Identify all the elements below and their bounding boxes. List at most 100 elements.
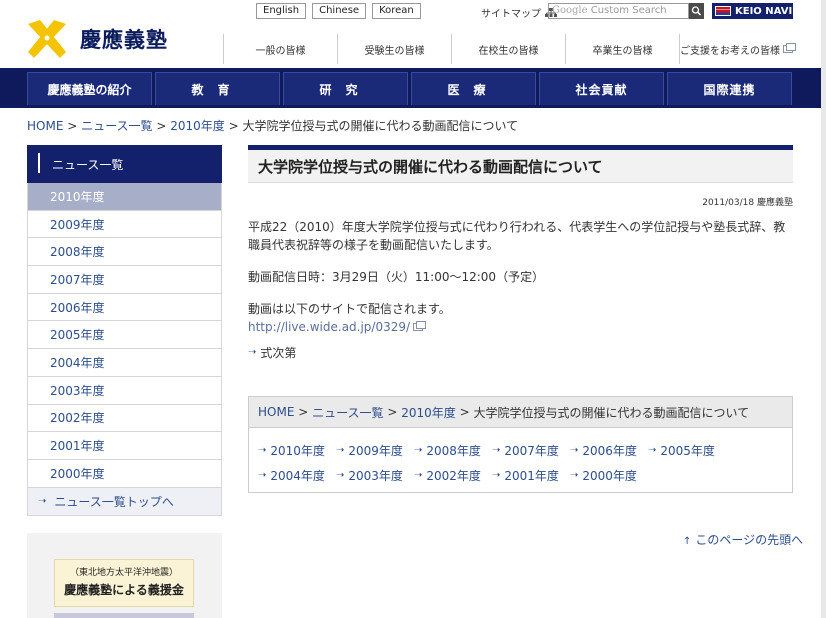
year-link-2009[interactable]: ➝ 2009年度 [336, 438, 414, 463]
arrow-right-icon: ➝ [336, 445, 345, 456]
gnav-tab-international[interactable]: 国際連携 [667, 72, 792, 105]
year-link-label: 2007年度 [504, 444, 559, 458]
arrow-right-icon: ➝ [414, 470, 423, 481]
year-link-2004[interactable]: ➝ 2004年度 [258, 463, 336, 488]
article-date: 2011/03/18 [702, 198, 755, 208]
breadcrumb-home[interactable]: HOME [27, 119, 63, 133]
arrow-right-icon: ➝ [648, 445, 657, 456]
donation-banner-area: （東北地方太平洋沖地震） 慶應義塾による義援金 [27, 533, 222, 618]
sidebar-news-top-link[interactable]: ➝ ニュース一覧トップへ [27, 487, 222, 516]
breadcrumb-news-list[interactable]: ニュース一覧 [81, 119, 152, 133]
gnav-tab-about[interactable]: 慶應義塾の紹介 [27, 72, 152, 105]
sidebar-item-2005[interactable]: 2005年度 [27, 321, 222, 350]
breadcrumb-year[interactable]: 2010年度 [170, 119, 225, 133]
bottom-breadcrumb-year[interactable]: 2010年度 [401, 404, 456, 421]
sitemap-label: サイトマップ [481, 9, 541, 20]
year-link-2001[interactable]: ➝ 2001年度 [492, 463, 570, 488]
sidebar-item-2007[interactable]: 2007年度 [27, 266, 222, 294]
year-link-label: 2009年度 [348, 444, 403, 458]
bottom-navigation-box: HOME > ニュース一覧 > 2010年度 > 大学院学位授与式の開催に代わる… [248, 396, 793, 493]
year-link-2003[interactable]: ➝ 2003年度 [336, 463, 414, 488]
keio-flag-icon [715, 6, 731, 16]
gnav-tab-education[interactable]: 教育 [155, 72, 280, 105]
year-link-label: 2008年度 [426, 444, 481, 458]
scrollbar[interactable] [821, 0, 826, 618]
article-paragraph-1: 平成22（2010）年度大学院学位授与式に代わり行われる、代表学生への学位記授与… [248, 220, 786, 252]
breadcrumb-separator: > [228, 119, 239, 133]
lang-english-button[interactable]: English [256, 3, 307, 19]
year-link-2008[interactable]: ➝ 2008年度 [414, 438, 492, 463]
year-links: ➝ 2010年度 ➝ 2009年度 ➝ 2008年度 ➝ 2007年度 ➝ 2006年度 … [249, 428, 769, 488]
search-placeholder: Custom Search [590, 5, 667, 16]
lang-korean-button[interactable]: Korean [372, 3, 421, 19]
gnav-tab-community[interactable]: 社会貢献 [539, 72, 664, 105]
year-link-2002[interactable]: ➝ 2002年度 [414, 463, 492, 488]
article-paragraph-3: 動画は以下のサイトで配信されます。 http://live.wide.ad.jp… [248, 300, 793, 336]
search-brand: Google [552, 5, 588, 16]
lang-chinese-button[interactable]: Chinese [312, 3, 367, 19]
breadcrumb-current: 大学院学位授与式の開催に代わる動画配信について [242, 119, 519, 133]
audience-alumni-link[interactable]: 卒業生の皆様 [565, 34, 679, 64]
search-input[interactable]: Google Custom Search [548, 3, 689, 19]
page-top-link[interactable]: ↑ このページの先頭へ [683, 531, 803, 548]
article-title: 大学院学位授与式の開催に代わる動画配信について [248, 145, 793, 183]
audience-nav: 一般の皆様 受験生の皆様 在校生の皆様 卒業生の皆様 ご支援をお考えの皆様 [223, 34, 796, 64]
keio-logo[interactable]: 慶應義塾 [26, 18, 168, 60]
keio-navi-button[interactable]: KEIO NAVI [712, 3, 793, 19]
donation-banner[interactable]: （東北地方太平洋沖地震） 慶應義塾による義援金 [54, 559, 194, 607]
audience-students-label: 在校生の皆様 [478, 45, 539, 57]
sidebar: ニュース一覧 2010年度 2009年度 2008年度 2007年度 2006年… [27, 145, 222, 516]
program-link-label: 式次第 [260, 346, 297, 360]
page-top-label: このページの先頭へ [695, 533, 804, 547]
stream-link-text: http://live.wide.ad.jp/0329/ [248, 320, 411, 334]
audience-applicants-link[interactable]: 受験生の皆様 [337, 34, 451, 64]
article-body: 平成22（2010）年度大学院学位授与式に代わり行われる、代表学生への学位記授与… [248, 218, 793, 362]
bottom-breadcrumb: HOME > ニュース一覧 > 2010年度 > 大学院学位授与式の開催に代わる… [249, 397, 792, 428]
arrow-right-icon: ➝ [414, 445, 423, 456]
audience-students-link[interactable]: 在校生の皆様 [451, 34, 565, 64]
year-link-label: 2002年度 [426, 469, 481, 483]
sidebar-item-2004[interactable]: 2004年度 [27, 349, 222, 377]
bottom-breadcrumb-news-list[interactable]: ニュース一覧 [312, 404, 383, 421]
keio-navi-label: KEIO NAVI [735, 5, 793, 17]
sidebar-item-2009[interactable]: 2009年度 [27, 210, 222, 239]
sidebar-heading[interactable]: ニュース一覧 [27, 145, 222, 183]
breadcrumb-separator: > [387, 405, 398, 419]
article-paragraph-3-text: 動画は以下のサイトで配信されます。 [248, 302, 451, 316]
bottom-breadcrumb-home[interactable]: HOME [258, 405, 294, 419]
search-button[interactable] [689, 3, 704, 19]
article: 大学院学位授与式の開催に代わる動画配信について 2011/03/18 慶應義塾 … [248, 145, 793, 362]
sidebar-item-2002[interactable]: 2002年度 [27, 404, 222, 433]
gnav-tab-research[interactable]: 研究 [283, 72, 408, 105]
sidebar-item-2000[interactable]: 2000年度 [27, 459, 222, 488]
year-link-2007[interactable]: ➝ 2007年度 [492, 438, 570, 463]
breadcrumb-separator: > [156, 119, 167, 133]
year-link-2010[interactable]: ➝ 2010年度 [258, 438, 336, 463]
breadcrumb-separator: > [298, 405, 309, 419]
program-link[interactable]: ➝ 式次第 [248, 344, 793, 362]
sidebar-item-2006[interactable]: 2006年度 [27, 293, 222, 322]
sidebar-item-2001[interactable]: 2001年度 [27, 432, 222, 460]
audience-applicants-label: 受験生の皆様 [364, 45, 425, 57]
year-link-2006[interactable]: ➝ 2006年度 [570, 438, 648, 463]
gnav-tab-medical[interactable]: 医療 [411, 72, 536, 105]
sidebar-item-2010[interactable]: 2010年度 [27, 183, 222, 211]
arrow-right-icon: ➝ [570, 470, 579, 481]
year-link-label: 2000年度 [582, 469, 637, 483]
sidebar-item-2003[interactable]: 2003年度 [27, 376, 222, 405]
sitemap-link[interactable]: サイトマップ [481, 5, 557, 20]
year-link-2005[interactable]: ➝ 2005年度 [648, 438, 726, 463]
banner-line2: 慶應義塾による義援金 [64, 583, 184, 597]
arrow-right-icon: ➝ [570, 445, 579, 456]
search-icon [691, 6, 702, 16]
article-paragraph-2: 動画配信日時：3月29日（火）11:00〜12:00（予定） [248, 270, 545, 284]
year-link-2000[interactable]: ➝ 2000年度 [570, 463, 648, 488]
audience-supporters-link[interactable]: ご支援をお考えの皆様 [679, 34, 796, 64]
banner-line1: （東北地方太平洋沖地震） [69, 568, 178, 578]
sidebar-item-2008[interactable]: 2008年度 [27, 238, 222, 267]
year-link-label: 2005年度 [660, 444, 715, 458]
arrow-right-icon: ➝ [336, 470, 345, 481]
stream-link[interactable]: http://live.wide.ad.jp/0329/ [248, 318, 427, 336]
audience-general-link[interactable]: 一般の皆様 [223, 34, 337, 64]
article-author: 慶應義塾 [756, 198, 793, 208]
